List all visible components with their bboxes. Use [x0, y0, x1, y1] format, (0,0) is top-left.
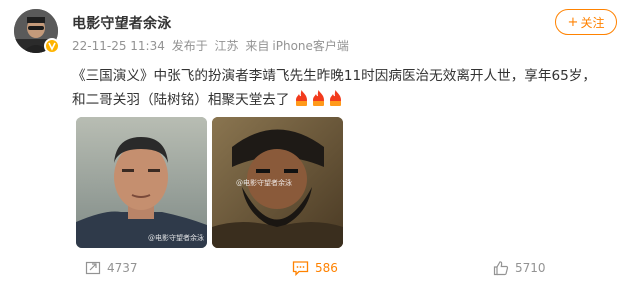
post-meta: 22-11-25 11:34 发布于 江苏 来自 iPhone客户端: [72, 37, 352, 54]
like-button[interactable]: 5710: [493, 260, 546, 276]
comment-count: 586: [315, 261, 338, 275]
like-icon: [493, 261, 509, 276]
author-name[interactable]: 电影守望者余泳: [72, 13, 171, 33]
post-image-1[interactable]: @电影守望者余泳: [76, 117, 207, 248]
comment-button[interactable]: 586: [292, 260, 338, 276]
post-location: 江苏: [214, 39, 239, 53]
image-watermark: @电影守望者余泳: [148, 234, 204, 242]
like-count: 5710: [515, 261, 546, 275]
fire-icon: [311, 90, 326, 106]
weibo-post-card: 电影守望者余泳 22-11-25 11:34 发布于 江苏 来自 iPhone客户…: [0, 0, 635, 290]
source-prefix: 发布于: [171, 39, 208, 53]
verified-icon: [44, 38, 60, 54]
fire-icon: [294, 90, 309, 106]
post-image-2[interactable]: @电影守望者余泳: [212, 117, 343, 248]
follow-label: 关注: [580, 15, 605, 30]
post-text-line-2: 和二哥关羽（陆树铭）相聚天堂去了: [72, 88, 622, 112]
repost-count: 4737: [107, 261, 138, 275]
post-text: 《三国演义》中张飞的扮演者李靖飞先生昨晚11时因病医治无效离开人世，享年65岁，…: [72, 64, 622, 112]
post-text-line-2-content: 和二哥关羽（陆树铭）相聚天堂去了: [72, 92, 290, 108]
follow-button[interactable]: + 关注: [555, 9, 617, 35]
post-footer: 4737 586 5710: [0, 254, 635, 284]
image-watermark: @电影守望者余泳: [236, 179, 292, 187]
repost-icon: [85, 261, 101, 275]
device-prefix: 来自: [245, 39, 270, 53]
post-text-line-1: 《三国演义》中张飞的扮演者李靖飞先生昨晚11时因病医治无效离开人世，享年65岁，: [72, 68, 596, 84]
avatar[interactable]: [14, 9, 60, 54]
plus-icon: +: [567, 14, 579, 30]
post-timestamp[interactable]: 22-11-25 11:34: [72, 39, 165, 53]
repost-button[interactable]: 4737: [85, 260, 138, 276]
fire-icon: [328, 90, 343, 106]
comment-icon: [292, 261, 309, 276]
post-device: iPhone客户端: [272, 39, 349, 53]
